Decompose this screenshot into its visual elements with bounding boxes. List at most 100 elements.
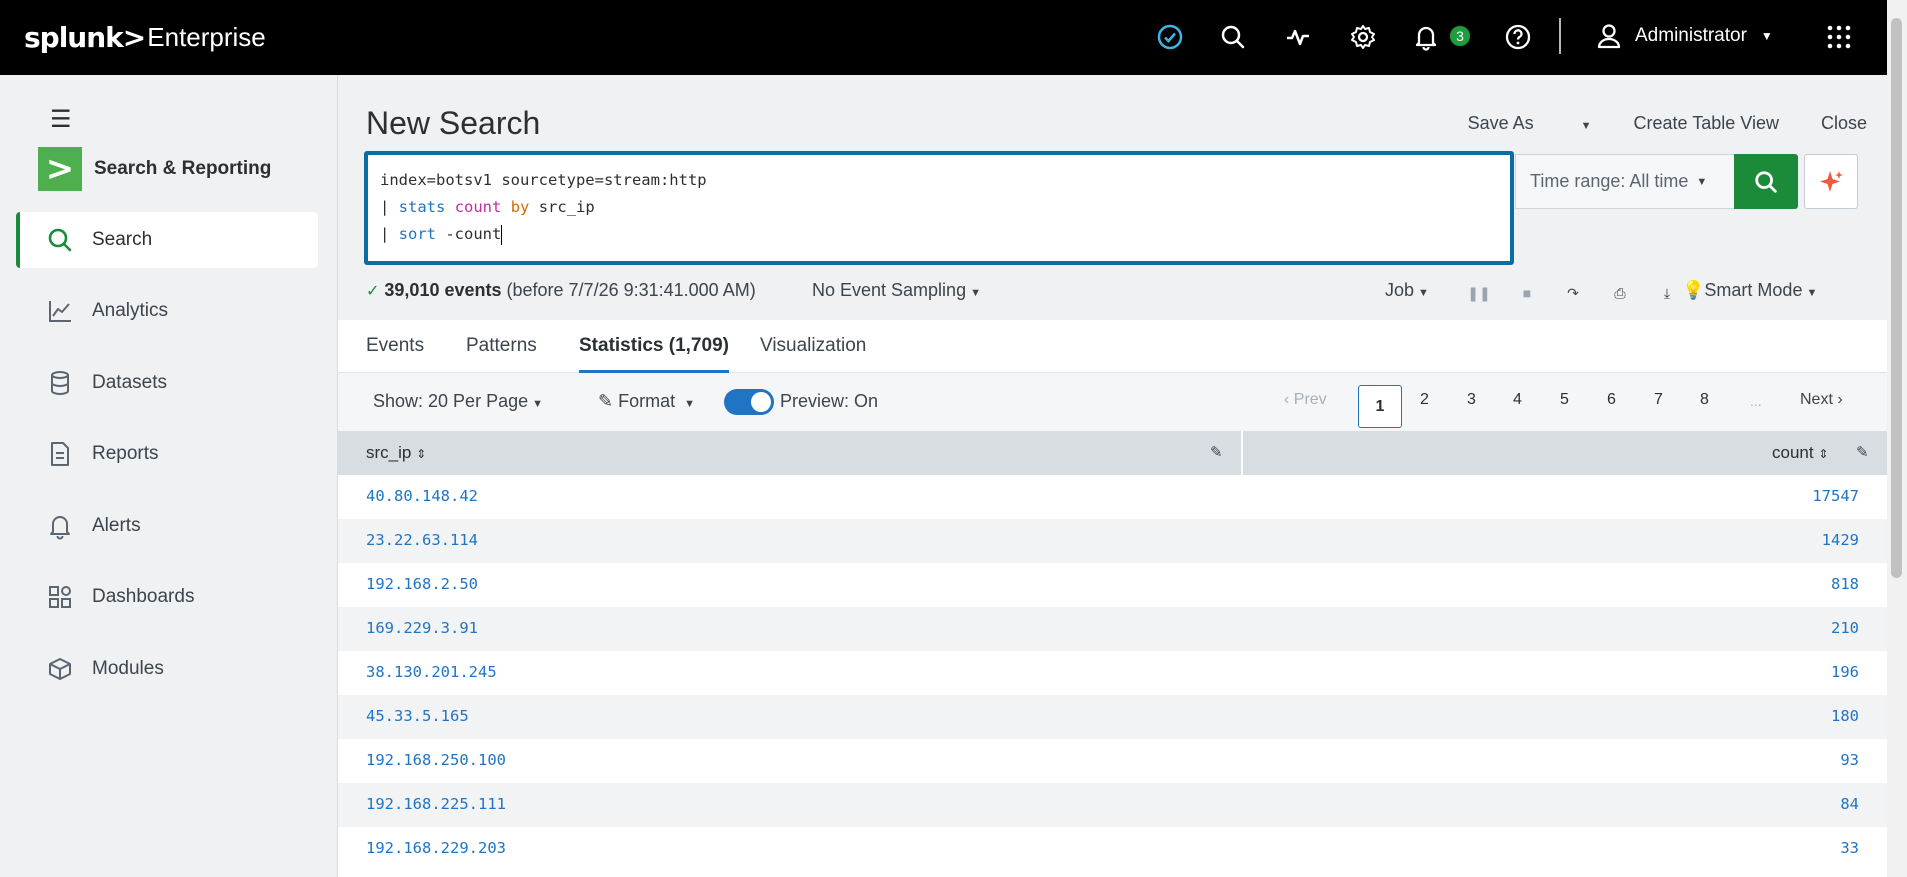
page-button[interactable]: 3 <box>1467 391 1476 409</box>
save-as-button[interactable]: Save As ▼ <box>1426 113 1592 134</box>
sidebar-item-dashboards[interactable]: Dashboards <box>16 569 318 625</box>
count-cell[interactable]: 210 <box>1831 619 1859 637</box>
src-ip-cell[interactable]: 23.22.63.114 <box>366 531 478 549</box>
sidebar-item-search[interactable]: Search <box>16 212 318 268</box>
search-mode-dropdown[interactable]: 💡Smart Mode ▼ <box>1682 280 1817 301</box>
run-search-button[interactable] <box>1734 154 1798 209</box>
chevron-down-icon: ▼ <box>970 287 981 299</box>
results-tabs: Events Patterns Statistics (1,709) Visua… <box>338 320 1887 373</box>
src-ip-cell[interactable]: 192.168.229.203 <box>366 839 506 857</box>
tab-events[interactable]: Events <box>366 335 424 357</box>
page-scrollbar[interactable] <box>1887 0 1907 877</box>
stop-icon[interactable]: ■ <box>1516 282 1538 304</box>
src-ip-cell[interactable]: 169.229.3.91 <box>366 619 478 637</box>
tab-statistics[interactable]: Statistics (1,709) <box>579 335 729 373</box>
table-row: 23.22.63.114 1429 <box>338 519 1887 563</box>
sidebar-item-datasets[interactable]: Datasets <box>16 355 318 411</box>
bell-icon[interactable] <box>1407 18 1445 56</box>
job-label: Job <box>1385 280 1415 300</box>
ai-assistant-button[interactable] <box>1804 154 1858 209</box>
src-ip-cell[interactable]: 40.80.148.42 <box>366 487 478 505</box>
bell-icon <box>50 516 70 540</box>
gear-icon[interactable] <box>1344 18 1382 56</box>
preview-toggle[interactable] <box>724 389 774 415</box>
count-cell[interactable]: 93 <box>1840 751 1859 769</box>
table-controls: Show: 20 Per Page ▼ ✎ Format ▼ Preview: O… <box>338 373 1887 431</box>
page-button[interactable]: 5 <box>1560 391 1569 409</box>
table-header: src_ip ⇕ ✎ count ⇕ ✎ <box>338 431 1887 475</box>
hamburger-menu-icon[interactable]: ☰ <box>50 105 72 134</box>
event-sampling-dropdown[interactable]: No Event Sampling ▼ <box>812 280 981 301</box>
sidebar-item-modules[interactable]: Modules <box>16 641 318 697</box>
scrollbar-thumb[interactable] <box>1891 18 1902 578</box>
count-cell[interactable]: 17547 <box>1812 487 1859 505</box>
search-query-input[interactable]: index=botsv1 sourcetype=stream:http | st… <box>364 151 1514 265</box>
time-range-picker[interactable]: Time range: All time ▼ <box>1515 154 1735 209</box>
event-count: ✓ 39,010 events (before 7/7/26 9:31:41.00… <box>366 280 756 300</box>
page-button[interactable]: 8 <box>1700 391 1709 409</box>
app-title[interactable]: > Search & Reporting <box>38 147 271 191</box>
src-ip-cell[interactable]: 192.168.250.100 <box>366 751 506 769</box>
sidebar-item-alerts[interactable]: Alerts <box>16 498 318 554</box>
app-grid-icon[interactable] <box>1820 18 1858 56</box>
chevron-down-icon: ▼ <box>532 398 543 410</box>
prev-page-button[interactable]: ‹ Prev <box>1284 391 1327 409</box>
count-cell[interactable]: 1429 <box>1822 531 1859 549</box>
format-dropdown[interactable]: ✎ Format ▼ <box>598 391 695 412</box>
src-ip-cell[interactable]: 192.168.225.111 <box>366 795 506 813</box>
sidebar-item-analytics[interactable]: Analytics <box>16 283 318 339</box>
page-button-current[interactable]: 1 <box>1358 385 1402 428</box>
src-ip-cell[interactable]: 192.168.2.50 <box>366 575 478 593</box>
search-icon[interactable] <box>1214 18 1252 56</box>
count-cell[interactable]: 818 <box>1831 575 1859 593</box>
search-status-row: ✓ 39,010 events (before 7/7/26 9:31:41.00… <box>366 280 1866 308</box>
count-cell[interactable]: 196 <box>1831 663 1859 681</box>
health-check-icon[interactable] <box>1151 18 1189 56</box>
export-icon[interactable]: ⤓ <box>1656 282 1678 304</box>
sort-icon: ⇕ <box>1818 447 1829 461</box>
close-button[interactable]: Close <box>1821 113 1867 134</box>
chevron-down-icon: ▼ <box>1418 287 1429 299</box>
topbar-divider <box>1559 18 1561 54</box>
table-row: 45.33.5.165 180 <box>338 695 1887 739</box>
page-size-dropdown[interactable]: Show: 20 Per Page ▼ <box>373 391 543 412</box>
splunk-logo[interactable]: splunk> Enterprise <box>24 16 266 58</box>
page-button[interactable]: 7 <box>1654 391 1663 409</box>
edit-column-icon[interactable]: ✎ <box>1856 443 1869 461</box>
next-label: Next <box>1800 391 1833 408</box>
page-button[interactable]: 6 <box>1607 391 1616 409</box>
user-menu[interactable]: Administrator ▼ <box>1595 18 1773 54</box>
edit-column-icon[interactable]: ✎ <box>1210 443 1223 461</box>
count-cell[interactable]: 84 <box>1840 795 1859 813</box>
create-table-view-button[interactable]: Create Table View <box>1634 113 1779 134</box>
sidebar: ☰ > Search & Reporting Search Analytics … <box>0 75 338 877</box>
src-ip-cell[interactable]: 45.33.5.165 <box>366 707 469 725</box>
sidebar-item-label: Reports <box>92 443 159 464</box>
notification-badge: 3 <box>1448 24 1472 48</box>
top-bar: splunk> Enterprise 3 Administrator ▼ <box>0 0 1887 75</box>
page-button[interactable]: 4 <box>1513 391 1522 409</box>
next-page-button[interactable]: Next › <box>1800 391 1843 409</box>
query-text: -count <box>445 225 502 243</box>
column-header-src-ip[interactable]: src_ip ⇕ <box>366 443 426 463</box>
count-cell[interactable]: 180 <box>1831 707 1859 725</box>
print-icon[interactable]: ⎙ <box>1609 282 1631 304</box>
help-icon[interactable] <box>1499 18 1537 56</box>
tab-visualization[interactable]: Visualization <box>760 335 866 357</box>
table-row: 38.130.201.245 196 <box>338 651 1887 695</box>
query-line: | sort -count <box>380 221 1498 248</box>
page-button[interactable]: 2 <box>1420 391 1429 409</box>
chevron-down-icon: ▼ <box>1760 29 1773 43</box>
column-header-count[interactable]: count ⇕ <box>1772 443 1828 463</box>
tab-patterns[interactable]: Patterns <box>466 335 537 357</box>
pause-icon[interactable]: ❚❚ <box>1467 282 1490 304</box>
header-actions: Save As ▼ Create Table View Close <box>1384 113 1867 134</box>
count-cell[interactable]: 33 <box>1840 839 1859 857</box>
activity-icon[interactable] <box>1279 18 1317 56</box>
lightbulb-icon: 💡 <box>1682 280 1705 300</box>
sidebar-item-reports[interactable]: Reports <box>16 426 318 482</box>
job-dropdown[interactable]: Job ▼ <box>1385 280 1429 301</box>
share-icon[interactable]: ↷ <box>1562 282 1584 304</box>
src-ip-cell[interactable]: 38.130.201.245 <box>366 663 497 681</box>
table-row: 192.168.229.203 33 <box>338 827 1887 871</box>
